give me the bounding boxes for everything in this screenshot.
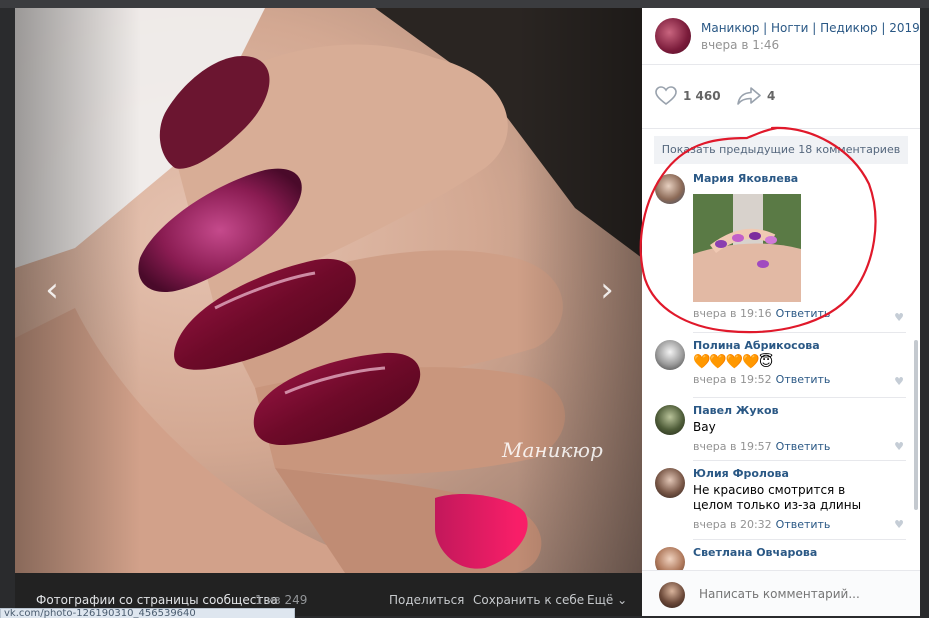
like-button[interactable]: 1 460 (655, 84, 721, 108)
show-previous-comments-button[interactable]: Показать предыдущие 18 комментариев (654, 136, 908, 164)
commenter-avatar[interactable] (655, 340, 685, 370)
post-actions: 1 460 4 (642, 65, 920, 129)
reply-button[interactable]: Ответить (776, 307, 831, 320)
comment-like-heart-icon[interactable]: ♥ (894, 440, 904, 453)
comment-item: Юлия Фролова Не красиво смотрится в цело… (642, 461, 920, 539)
comment-meta: вчера в 19:57 Ответить (693, 440, 906, 453)
commenter-avatar[interactable] (655, 468, 685, 498)
next-photo-arrow-icon[interactable]: › (592, 270, 622, 310)
current-user-avatar (659, 582, 685, 608)
photo-watermark: Маникюр (502, 438, 603, 462)
comment-item: Павел Жуков Вау вчера в 19:57 Ответить ♥ (642, 398, 920, 460)
comment-like-heart-icon[interactable]: ♥ (894, 311, 904, 324)
comments-scrollbar[interactable] (914, 340, 918, 510)
comment-like-heart-icon[interactable]: ♥ (894, 375, 904, 388)
photo-viewer: Маникюр ‹ › Фотографии со страницы сообщ… (15, 8, 642, 616)
comment-like-heart-icon[interactable]: ♥ (894, 518, 904, 531)
comment-input[interactable] (699, 584, 899, 604)
attached-photo-illustration (693, 194, 801, 302)
commenter-avatar[interactable] (655, 405, 685, 435)
more-actions-button[interactable]: Ещё ⌄ (587, 593, 627, 607)
comment-author[interactable]: Юлия Фролова (693, 461, 906, 480)
comment-time[interactable]: вчера в 19:52 (693, 373, 772, 386)
share-arrow-icon (737, 87, 761, 105)
browser-status-url: vk.com/photo-126190310_456539640 (0, 608, 295, 618)
comment-meta: вчера в 19:16 Ответить (693, 307, 906, 320)
commenter-avatar[interactable] (655, 547, 685, 570)
share-photo-button[interactable]: Поделиться (389, 593, 464, 607)
photo-counter: 1 из 249 (255, 593, 308, 607)
group-avatar[interactable] (655, 18, 691, 54)
comment-time[interactable]: вчера в 19:16 (693, 307, 772, 320)
comment-attached-photo[interactable] (693, 194, 801, 302)
comment-compose-bar (642, 570, 920, 616)
manicure-photo[interactable]: Маникюр ‹ › (15, 8, 642, 573)
comment-author[interactable]: Полина Абрикосова (693, 333, 906, 352)
reply-button[interactable]: Ответить (776, 440, 831, 453)
comment-time[interactable]: вчера в 20:32 (693, 518, 772, 531)
group-name-link[interactable]: Маникюр | Ногти | Педикюр | 2019 (701, 21, 920, 35)
post-time[interactable]: вчера в 1:46 (701, 38, 779, 52)
previous-photo-arrow-icon[interactable]: ‹ (37, 270, 67, 310)
comment-meta: вчера в 20:32 Ответить (693, 518, 906, 531)
heart-icon (655, 86, 677, 106)
share-button[interactable]: 4 (737, 84, 775, 108)
photo-vignette (15, 8, 642, 573)
post-side-panel: Маникюр | Ногти | Педикюр | 2019 вчера в… (642, 8, 920, 616)
post-header: Маникюр | Ногти | Педикюр | 2019 вчера в… (642, 8, 920, 65)
album-link[interactable]: Фотографии со страницы сообщества (36, 593, 278, 607)
comments-list: Показать предыдущие 18 комментариев Мари… (642, 130, 920, 570)
comment-item: Мария Яковлева вчера в 19:16 Ответить ♥ (642, 164, 920, 332)
comment-item: Полина Абрикосова 🧡🧡🧡🧡😇 вчера в 19:52 Отв… (642, 333, 920, 397)
comment-item: Светлана Овчарова (642, 540, 920, 570)
share-count: 4 (767, 89, 776, 103)
comment-emoji-text: 🧡🧡🧡🧡😇 (693, 354, 773, 370)
comment-time[interactable]: вчера в 19:57 (693, 440, 772, 453)
comment-author[interactable]: Мария Яковлева (693, 164, 906, 185)
comment-text: Не красиво смотрится в целом только из-з… (693, 483, 862, 512)
reply-button[interactable]: Ответить (776, 518, 831, 531)
save-photo-button[interactable]: Сохранить к себе (473, 593, 584, 607)
like-count: 1 460 (683, 89, 721, 103)
backdrop-right (920, 8, 929, 618)
comment-author[interactable]: Павел Жуков (693, 398, 906, 417)
comment-text: Вау (693, 420, 716, 434)
backdrop-top (0, 0, 929, 8)
comment-meta: вчера в 19:52 Ответить (693, 373, 906, 386)
comment-author[interactable]: Светлана Овчарова (693, 540, 906, 559)
reply-button[interactable]: Ответить (776, 373, 831, 386)
commenter-avatar[interactable] (655, 174, 685, 204)
